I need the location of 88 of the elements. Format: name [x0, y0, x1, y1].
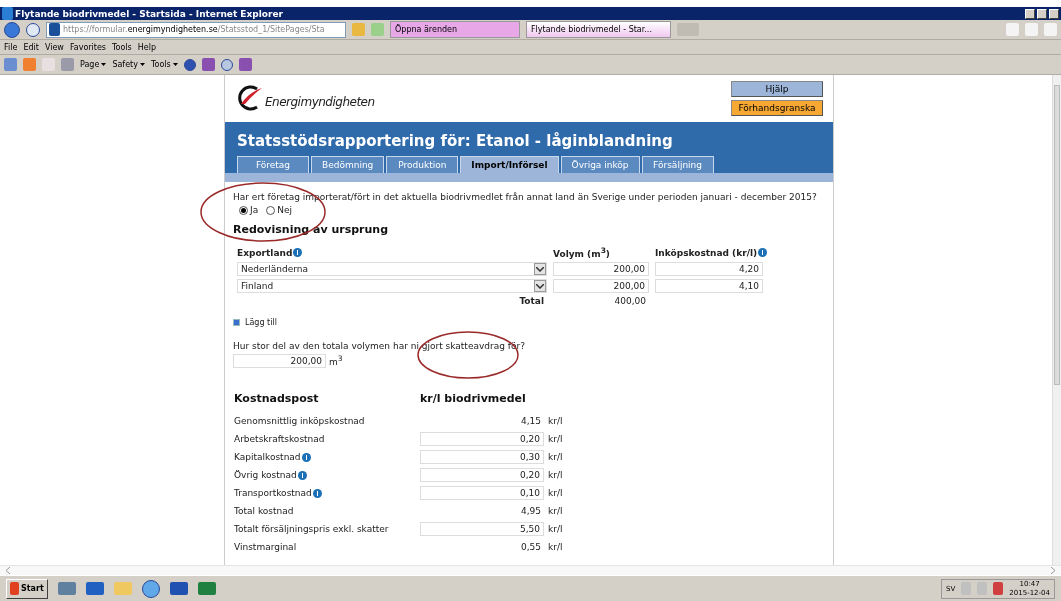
cost-label: Transportkostnad: [234, 488, 312, 498]
tab[interactable]: Företag: [237, 155, 309, 173]
cost-label: Genomsnittlig inköpskostnad: [234, 416, 365, 426]
close-button[interactable]: [1049, 8, 1059, 19]
unit-text: m$^{3}$: [329, 354, 343, 367]
column-header: Kostnadspost: [234, 392, 320, 405]
unit-text: kr/l: [547, 506, 564, 516]
preview-button[interactable]: Förhandsgranska: [731, 99, 823, 116]
cost-value: 4,95: [519, 506, 542, 516]
country-dropdown[interactable]: Finland: [237, 279, 547, 293]
info-icon[interactable]: [301, 452, 311, 462]
menu-item[interactable]: Edit: [23, 42, 39, 52]
url-text: https://formular.energimyndigheten.se/Statsstod_1/SitePages/Sta: [63, 25, 325, 34]
logo-text: Energimyndigheten: [265, 95, 375, 110]
volume-field[interactable]: 200,00: [553, 262, 649, 276]
cost-label: Kapitalkostnad: [234, 452, 301, 462]
column-header: Inköpskostnad (kr/l): [655, 247, 758, 258]
info-icon[interactable]: [758, 248, 768, 257]
cost-label: Total kostnad: [234, 506, 294, 516]
add-link[interactable]: Lägg till: [233, 318, 825, 327]
minimize-button[interactable]: [1025, 8, 1035, 19]
radio-label: Ja: [250, 205, 259, 215]
command-menu[interactable]: Page: [80, 60, 100, 69]
cost-value: 0,55: [519, 542, 542, 552]
info-icon[interactable]: [297, 470, 307, 480]
command-menu[interactable]: Tools: [150, 60, 171, 69]
unit-text: kr/l: [547, 488, 564, 498]
cost-value: 4,15: [519, 416, 542, 426]
help-button[interactable]: Hjälp: [731, 80, 823, 97]
cost-field[interactable]: 0,30: [420, 450, 544, 464]
scroll-left-icon[interactable]: [6, 567, 10, 574]
tab[interactable]: Import/Införsel: [460, 155, 559, 173]
cost-label: Vinstmarginal: [234, 542, 297, 552]
scrollbar-thumb[interactable]: [1054, 85, 1060, 385]
caret-icon[interactable]: [139, 63, 145, 66]
tab[interactable]: Försäljning: [641, 155, 714, 173]
start-button[interactable]: Start: [6, 578, 48, 599]
unit-text: kr/l: [547, 470, 564, 480]
restore-button[interactable]: [1037, 8, 1047, 19]
add-icon: [233, 319, 240, 326]
total-value: 400,00: [613, 296, 647, 306]
cost-label: Övrig kostnad: [234, 470, 297, 480]
browser-tab[interactable]: Flytande biodrivmedel - Star...: [526, 21, 671, 38]
caret-icon[interactable]: [172, 63, 178, 66]
cost-field[interactable]: 5,50: [420, 522, 544, 536]
info-icon[interactable]: [293, 248, 303, 257]
cost-field[interactable]: 0,20: [420, 468, 544, 482]
address-field[interactable]: https://formular.energimyndigheten.se/Statsstod_1/SitePages/Sta: [46, 21, 346, 38]
unit-text: kr/l: [547, 542, 564, 552]
cost-field[interactable]: 0,10: [420, 486, 544, 500]
menu-item[interactable]: Help: [137, 42, 156, 52]
info-icon[interactable]: [312, 488, 322, 498]
unit-text: kr/l: [547, 416, 564, 426]
scroll-right-icon[interactable]: [1051, 567, 1055, 574]
menu-item[interactable]: File: [4, 42, 18, 52]
country-dropdown[interactable]: Nederländerna: [237, 262, 547, 276]
menu-item[interactable]: View: [44, 42, 64, 52]
chevron-down-icon[interactable]: [534, 263, 546, 275]
deduction-field[interactable]: 200,00: [233, 354, 326, 368]
total-label: Total: [518, 296, 545, 306]
radio-button[interactable]: [266, 205, 276, 215]
column-header: Exportland: [237, 247, 293, 258]
unit-text: kr/l: [547, 452, 564, 462]
caret-icon[interactable]: [101, 63, 107, 66]
cost-field[interactable]: 4,20: [655, 262, 763, 276]
section-heading: Redovisning av ursprung: [233, 223, 390, 236]
command-menu[interactable]: Safety: [112, 60, 138, 69]
radio-label: Nej: [277, 205, 292, 215]
browser-tab[interactable]: Öppna ärenden: [390, 21, 520, 38]
chevron-down-icon[interactable]: [534, 280, 546, 292]
window-title: Flytande biodrivmedel - Startsida - Internet Explorer: [15, 8, 284, 19]
cost-label: Totalt försäljningspris exkl. skatter: [234, 524, 389, 534]
volume-field[interactable]: 200,00: [553, 279, 649, 293]
radio-button[interactable]: [239, 205, 248, 215]
column-header: Volym (m$^{3}$): [553, 246, 610, 259]
tab[interactable]: Bedömning: [311, 155, 385, 173]
cost-field[interactable]: 4,10: [655, 279, 763, 293]
page-title: Statsstödsrapportering för: Etanol - låginblandning: [237, 131, 674, 150]
tab[interactable]: Produktion: [386, 155, 459, 173]
unit-text: kr/l: [547, 524, 564, 534]
logo-icon: [235, 84, 263, 113]
cost-label: Arbetskraftskostnad: [234, 434, 325, 444]
menu-item[interactable]: Favorites: [69, 42, 106, 52]
tab[interactable]: Övriga inköp: [560, 155, 640, 173]
column-header: kr/l biodrivmedel: [420, 392, 527, 405]
cost-field[interactable]: 0,20: [420, 432, 544, 446]
unit-text: kr/l: [547, 434, 564, 444]
menu-item[interactable]: Tools: [112, 42, 132, 52]
